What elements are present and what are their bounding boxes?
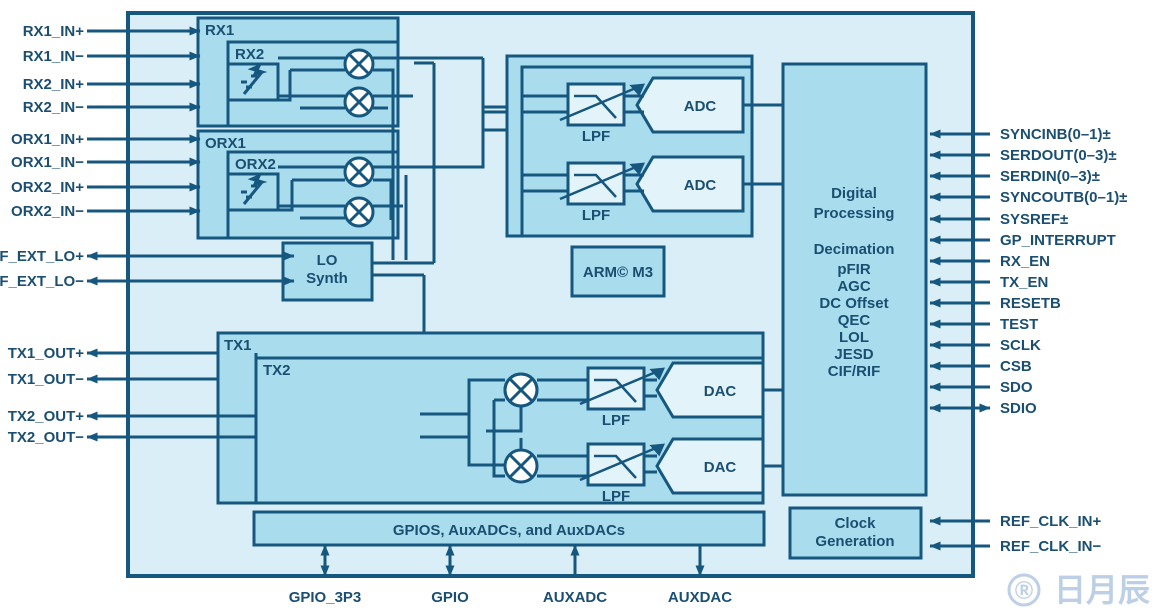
digital-fn-6: JESD bbox=[834, 346, 873, 363]
right-pin-label: SERDOUT(0–3)± bbox=[1000, 147, 1117, 164]
left-pin-label: RF_EXT_LO− bbox=[0, 273, 84, 290]
orx-mixer-1 bbox=[343, 156, 375, 188]
tx-dac-2: DAC bbox=[655, 437, 765, 495]
left-pin-label: TX2_OUT+ bbox=[8, 408, 85, 425]
digital-fn-7: CIF/RIF bbox=[828, 363, 881, 380]
left-pin-label: ORX1_IN− bbox=[11, 154, 84, 171]
right-pin-label: CSB bbox=[1000, 358, 1032, 375]
left-pin-label: ORX2_IN− bbox=[11, 203, 84, 220]
left-pin-label: RX2_IN+ bbox=[23, 76, 85, 93]
rx-lpf-1-label: LPF bbox=[582, 128, 610, 145]
arm-m3-label: ARM© M3 bbox=[583, 264, 653, 281]
rx-mixer-2 bbox=[343, 86, 375, 118]
right-pin-label: SCLK bbox=[1000, 337, 1041, 354]
right-pin-label: SDIO bbox=[1000, 400, 1037, 417]
orx-mixer-2 bbox=[343, 196, 375, 228]
watermark-mark: Ⓡ bbox=[1015, 580, 1033, 601]
left-pin-label: RF_EXT_LO+ bbox=[0, 248, 84, 265]
right-pin-label: RX_EN bbox=[1000, 253, 1050, 270]
right-pin-label: REF_CLK_IN− bbox=[1000, 538, 1102, 555]
gpios-label: GPIOS, AuxADCs, and AuxDACs bbox=[393, 522, 625, 539]
tx-mixer-1 bbox=[503, 372, 539, 408]
tx-mixer-2 bbox=[503, 448, 539, 484]
rx2-label: RX2 bbox=[235, 46, 264, 63]
rx-mixer-1 bbox=[343, 48, 375, 80]
rx1-label: RX1 bbox=[205, 22, 234, 39]
tx-dac-2-label: DAC bbox=[704, 459, 737, 476]
orx2-label: ORX2 bbox=[235, 156, 276, 173]
left-pin-label: TX1_OUT+ bbox=[8, 345, 85, 362]
rx-adc-2-label: ADC bbox=[684, 177, 717, 194]
right-pin-label: RESETB bbox=[1000, 295, 1061, 312]
rx-lpf-2-label: LPF bbox=[582, 207, 610, 224]
watermark: Ⓡ 日月辰 bbox=[1007, 572, 1150, 608]
left-pin-label: RX2_IN− bbox=[23, 99, 85, 116]
digital-fn-5: LOL bbox=[839, 329, 869, 346]
bottom-pin-label: AUXDAC bbox=[668, 589, 732, 606]
transceiver-diagram: RX1 RX2 ORX1 ORX2 LO Synth LPF ADC LPF A… bbox=[0, 11, 1150, 608]
clock-label-2: Generation bbox=[815, 533, 894, 550]
digital-fn-0: Decimation bbox=[814, 241, 895, 258]
rx-adc-2: ADC bbox=[635, 155, 745, 213]
orx1-label: ORX1 bbox=[205, 135, 246, 152]
rx-adc-1: ADC bbox=[635, 76, 745, 134]
right-pin-label: SYNCOUTB(0–1)± bbox=[1000, 189, 1127, 206]
right-pin-label: SERDIN(0–3)± bbox=[1000, 168, 1100, 185]
right-pin-label: GP_INTERRUPT bbox=[1000, 232, 1116, 249]
tx1-label: TX1 bbox=[224, 337, 252, 354]
digital-fn-2: AGC bbox=[837, 278, 871, 295]
digital-fn-4: QEC bbox=[838, 312, 871, 329]
left-pin-label: RX1_IN+ bbox=[23, 23, 85, 40]
digital-fn-1: pFIR bbox=[837, 261, 870, 278]
right-pin-label: TX_EN bbox=[1000, 274, 1048, 291]
bottom-pin-label: GPIO bbox=[431, 589, 469, 606]
right-pin-label: SYNCINB(0–1)± bbox=[1000, 126, 1111, 143]
block-diagram-canvas: RX1 RX2 ORX1 ORX2 LO Synth LPF ADC LPF A… bbox=[0, 0, 1158, 616]
digital-fn-3: DC Offset bbox=[819, 295, 888, 312]
right-pin-label: REF_CLK_IN+ bbox=[1000, 513, 1102, 530]
digital-heading-2: Processing bbox=[814, 205, 895, 222]
tx2-label: TX2 bbox=[263, 362, 291, 379]
rx-adc-1-label: ADC bbox=[684, 98, 717, 115]
watermark-text: 日月辰 bbox=[1054, 572, 1150, 608]
left-pin-label: ORX1_IN+ bbox=[11, 131, 84, 148]
digital-heading-1: Digital bbox=[831, 185, 877, 202]
left-pin-label: TX2_OUT− bbox=[8, 429, 85, 446]
lo-synth-label-1: LO bbox=[317, 252, 338, 269]
clock-label-1: Clock bbox=[835, 515, 877, 532]
bottom-pin-label: AUXADC bbox=[543, 589, 607, 606]
lo-synth-label-2: Synth bbox=[306, 270, 348, 287]
right-pin-label: SYSREF± bbox=[1000, 211, 1068, 228]
bottom-pin-label: GPIO_3P3 bbox=[289, 589, 362, 606]
tx-lpf-2-label: LPF bbox=[602, 488, 630, 505]
left-pin-label: ORX2_IN+ bbox=[11, 179, 84, 196]
right-pin-label: SDO bbox=[1000, 379, 1033, 396]
left-pin-label: TX1_OUT− bbox=[8, 371, 85, 388]
tx-dac-1-label: DAC bbox=[704, 383, 737, 400]
tx-dac-1: DAC bbox=[655, 361, 765, 419]
left-pin-label: RX1_IN− bbox=[23, 48, 85, 65]
right-pin-label: TEST bbox=[1000, 316, 1038, 333]
tx-lpf-1-label: LPF bbox=[602, 412, 630, 429]
